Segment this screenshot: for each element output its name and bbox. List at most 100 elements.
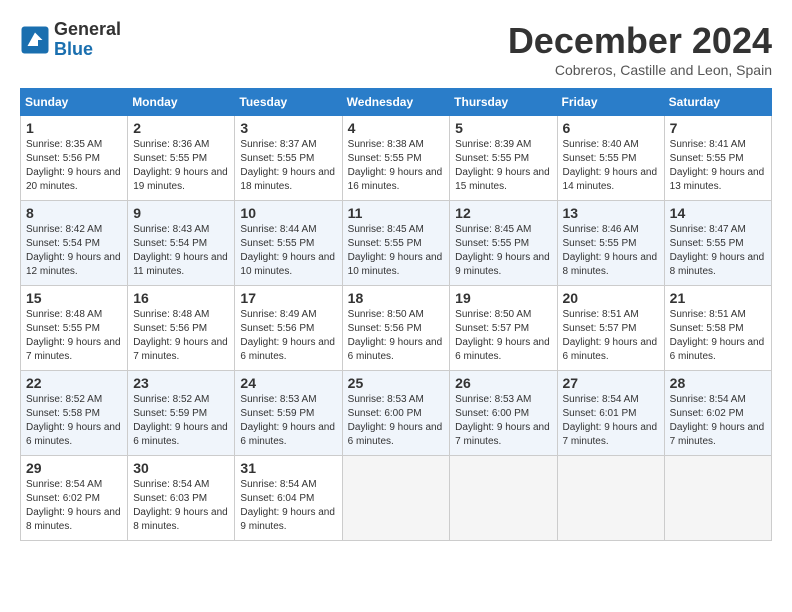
table-row: 31 Sunrise: 8:54 AMSunset: 6:04 PMDaylig…	[235, 456, 342, 541]
table-row	[664, 456, 771, 541]
day-number: 22	[26, 375, 122, 391]
table-row: 21 Sunrise: 8:51 AMSunset: 5:58 PMDaylig…	[664, 286, 771, 371]
day-info: Sunrise: 8:52 AMSunset: 5:59 PMDaylight:…	[133, 394, 228, 447]
table-row: 28 Sunrise: 8:54 AMSunset: 6:02 PMDaylig…	[664, 371, 771, 456]
table-row: 7 Sunrise: 8:41 AMSunset: 5:55 PMDayligh…	[664, 116, 771, 201]
table-row: 4 Sunrise: 8:38 AMSunset: 5:55 PMDayligh…	[342, 116, 450, 201]
day-info: Sunrise: 8:37 AMSunset: 5:55 PMDaylight:…	[240, 139, 335, 192]
day-info: Sunrise: 8:46 AMSunset: 5:55 PMDaylight:…	[563, 224, 658, 277]
table-row: 8 Sunrise: 8:42 AMSunset: 5:54 PMDayligh…	[21, 201, 128, 286]
table-row: 16 Sunrise: 8:48 AMSunset: 5:56 PMDaylig…	[128, 286, 235, 371]
day-number: 26	[455, 375, 551, 391]
day-number: 18	[348, 290, 445, 306]
day-info: Sunrise: 8:53 AMSunset: 6:00 PMDaylight:…	[455, 394, 550, 447]
logo-icon	[20, 25, 50, 55]
table-row: 2 Sunrise: 8:36 AMSunset: 5:55 PMDayligh…	[128, 116, 235, 201]
table-row: 13 Sunrise: 8:46 AMSunset: 5:55 PMDaylig…	[557, 201, 664, 286]
logo-line1: General	[54, 20, 121, 40]
table-row: 6 Sunrise: 8:40 AMSunset: 5:55 PMDayligh…	[557, 116, 664, 201]
day-info: Sunrise: 8:36 AMSunset: 5:55 PMDaylight:…	[133, 139, 228, 192]
day-info: Sunrise: 8:54 AMSunset: 6:04 PMDaylight:…	[240, 479, 335, 532]
col-tuesday: Tuesday	[235, 89, 342, 116]
day-info: Sunrise: 8:45 AMSunset: 5:55 PMDaylight:…	[455, 224, 550, 277]
day-info: Sunrise: 8:47 AMSunset: 5:55 PMDaylight:…	[670, 224, 765, 277]
day-number: 1	[26, 120, 122, 136]
col-friday: Friday	[557, 89, 664, 116]
day-number: 24	[240, 375, 336, 391]
day-info: Sunrise: 8:49 AMSunset: 5:56 PMDaylight:…	[240, 309, 335, 362]
table-row	[557, 456, 664, 541]
page-header: General Blue December 2024 Cobreros, Cas…	[20, 20, 772, 78]
table-row: 1 Sunrise: 8:35 AMSunset: 5:56 PMDayligh…	[21, 116, 128, 201]
table-row: 26 Sunrise: 8:53 AMSunset: 6:00 PMDaylig…	[450, 371, 557, 456]
day-number: 14	[670, 205, 766, 221]
title-section: December 2024 Cobreros, Castille and Leo…	[508, 20, 772, 78]
table-row: 9 Sunrise: 8:43 AMSunset: 5:54 PMDayligh…	[128, 201, 235, 286]
calendar-week-row: 1 Sunrise: 8:35 AMSunset: 5:56 PMDayligh…	[21, 116, 772, 201]
table-row: 12 Sunrise: 8:45 AMSunset: 5:55 PMDaylig…	[450, 201, 557, 286]
calendar-week-row: 22 Sunrise: 8:52 AMSunset: 5:58 PMDaylig…	[21, 371, 772, 456]
table-row: 11 Sunrise: 8:45 AMSunset: 5:55 PMDaylig…	[342, 201, 450, 286]
day-info: Sunrise: 8:41 AMSunset: 5:55 PMDaylight:…	[670, 139, 765, 192]
table-row: 22 Sunrise: 8:52 AMSunset: 5:58 PMDaylig…	[21, 371, 128, 456]
table-row: 29 Sunrise: 8:54 AMSunset: 6:02 PMDaylig…	[21, 456, 128, 541]
day-info: Sunrise: 8:38 AMSunset: 5:55 PMDaylight:…	[348, 139, 443, 192]
day-number: 27	[563, 375, 659, 391]
day-number: 8	[26, 205, 122, 221]
logo: General Blue	[20, 20, 121, 60]
table-row: 17 Sunrise: 8:49 AMSunset: 5:56 PMDaylig…	[235, 286, 342, 371]
location-subtitle: Cobreros, Castille and Leon, Spain	[508, 62, 772, 78]
table-row: 14 Sunrise: 8:47 AMSunset: 5:55 PMDaylig…	[664, 201, 771, 286]
table-row: 15 Sunrise: 8:48 AMSunset: 5:55 PMDaylig…	[21, 286, 128, 371]
day-info: Sunrise: 8:48 AMSunset: 5:56 PMDaylight:…	[133, 309, 228, 362]
day-info: Sunrise: 8:48 AMSunset: 5:55 PMDaylight:…	[26, 309, 121, 362]
day-info: Sunrise: 8:54 AMSunset: 6:02 PMDaylight:…	[26, 479, 121, 532]
day-number: 12	[455, 205, 551, 221]
day-number: 28	[670, 375, 766, 391]
table-row	[342, 456, 450, 541]
col-thursday: Thursday	[450, 89, 557, 116]
day-number: 6	[563, 120, 659, 136]
logo-text: General Blue	[54, 20, 121, 60]
day-number: 17	[240, 290, 336, 306]
day-info: Sunrise: 8:52 AMSunset: 5:58 PMDaylight:…	[26, 394, 121, 447]
table-row: 25 Sunrise: 8:53 AMSunset: 6:00 PMDaylig…	[342, 371, 450, 456]
calendar-table: Sunday Monday Tuesday Wednesday Thursday…	[20, 88, 772, 541]
day-number: 21	[670, 290, 766, 306]
table-row: 19 Sunrise: 8:50 AMSunset: 5:57 PMDaylig…	[450, 286, 557, 371]
table-row: 30 Sunrise: 8:54 AMSunset: 6:03 PMDaylig…	[128, 456, 235, 541]
day-number: 30	[133, 460, 229, 476]
calendar-week-row: 29 Sunrise: 8:54 AMSunset: 6:02 PMDaylig…	[21, 456, 772, 541]
table-row: 23 Sunrise: 8:52 AMSunset: 5:59 PMDaylig…	[128, 371, 235, 456]
table-row: 24 Sunrise: 8:53 AMSunset: 5:59 PMDaylig…	[235, 371, 342, 456]
month-title: December 2024	[508, 20, 772, 62]
day-number: 19	[455, 290, 551, 306]
day-number: 29	[26, 460, 122, 476]
day-number: 3	[240, 120, 336, 136]
day-number: 13	[563, 205, 659, 221]
day-number: 15	[26, 290, 122, 306]
day-info: Sunrise: 8:51 AMSunset: 5:57 PMDaylight:…	[563, 309, 658, 362]
day-number: 31	[240, 460, 336, 476]
logo-line2: Blue	[54, 40, 121, 60]
day-info: Sunrise: 8:39 AMSunset: 5:55 PMDaylight:…	[455, 139, 550, 192]
day-number: 7	[670, 120, 766, 136]
day-info: Sunrise: 8:50 AMSunset: 5:57 PMDaylight:…	[455, 309, 550, 362]
day-info: Sunrise: 8:40 AMSunset: 5:55 PMDaylight:…	[563, 139, 658, 192]
day-info: Sunrise: 8:54 AMSunset: 6:03 PMDaylight:…	[133, 479, 228, 532]
header-row: Sunday Monday Tuesday Wednesday Thursday…	[21, 89, 772, 116]
day-info: Sunrise: 8:45 AMSunset: 5:55 PMDaylight:…	[348, 224, 443, 277]
day-number: 11	[348, 205, 445, 221]
day-number: 16	[133, 290, 229, 306]
table-row	[450, 456, 557, 541]
day-number: 10	[240, 205, 336, 221]
day-number: 20	[563, 290, 659, 306]
day-number: 2	[133, 120, 229, 136]
day-number: 25	[348, 375, 445, 391]
table-row: 27 Sunrise: 8:54 AMSunset: 6:01 PMDaylig…	[557, 371, 664, 456]
col-saturday: Saturday	[664, 89, 771, 116]
day-number: 9	[133, 205, 229, 221]
calendar-week-row: 15 Sunrise: 8:48 AMSunset: 5:55 PMDaylig…	[21, 286, 772, 371]
day-info: Sunrise: 8:43 AMSunset: 5:54 PMDaylight:…	[133, 224, 228, 277]
day-info: Sunrise: 8:44 AMSunset: 5:55 PMDaylight:…	[240, 224, 335, 277]
